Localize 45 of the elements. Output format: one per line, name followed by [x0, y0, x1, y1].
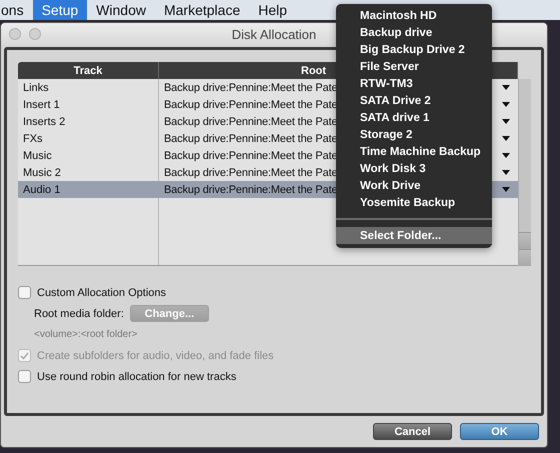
menu-option[interactable]: RTW-TM3	[336, 75, 492, 92]
menu-option[interactable]: Storage 2	[336, 126, 492, 143]
cancel-button[interactable]: Cancel	[373, 423, 452, 440]
checkbox[interactable]	[18, 286, 31, 299]
track-cell[interactable]: Inserts 2	[18, 113, 159, 130]
dropdown-arrow-icon	[502, 170, 510, 175]
checkbox[interactable]	[18, 370, 31, 383]
dropdown-arrow-icon	[502, 153, 510, 158]
dropdown-arrow-icon	[502, 119, 510, 124]
track-cell[interactable]: Links	[18, 79, 159, 96]
menu-option[interactable]: Big Backup Drive 2	[336, 41, 492, 58]
track-cell[interactable]: Audio 1	[18, 181, 159, 198]
menu-item[interactable]: Window	[87, 0, 155, 20]
menu-option[interactable]: SATA Drive 2	[336, 92, 492, 109]
menu-option[interactable]: Time Machine Backup	[336, 143, 492, 160]
scroll-bar[interactable]	[518, 79, 531, 266]
track-cell[interactable]: FXs	[18, 130, 159, 147]
checkbox-label: Custom Allocation Options	[37, 286, 166, 298]
menu-option[interactable]: Backup drive	[336, 24, 492, 41]
menu-item[interactable]: ons	[0, 0, 33, 20]
checkbox-label: Use round robin allocation for new tracks	[37, 370, 236, 382]
window-title: Disk Allocation	[232, 26, 316, 42]
dropdown-arrow-icon	[502, 102, 510, 107]
root-folder-label: Root media folder:	[34, 308, 124, 320]
menu-option[interactable]: Macintosh HD	[336, 7, 492, 24]
menu-option[interactable]: Yosemite Backup	[336, 194, 492, 211]
dropdown-arrow-icon	[502, 85, 510, 90]
track-cell[interactable]: Insert 1	[18, 96, 159, 113]
track-cell[interactable]: Music 2	[18, 164, 159, 181]
dropdown-arrow-icon	[502, 136, 510, 141]
menu-option[interactable]: Select Folder...	[336, 227, 492, 244]
menu-item[interactable]: Help	[249, 0, 296, 20]
menu-item[interactable]: Marketplace	[154, 0, 250, 20]
minimize-icon[interactable]	[29, 28, 41, 40]
menu-item[interactable]: Setup	[32, 0, 88, 20]
column-header[interactable]: Track	[18, 62, 159, 79]
menu-option[interactable]: File Server	[336, 58, 492, 75]
checkbox-label: Create subfolders for audio, video, and fade files	[37, 350, 274, 362]
path-hint: <volume>:<root folder>	[34, 329, 138, 340]
menu-option[interactable]: Work Disk 3	[336, 160, 492, 177]
menu-option[interactable]: SATA drive 1	[336, 109, 492, 126]
dropdown-arrow-icon	[502, 187, 510, 192]
track-cell[interactable]: Music	[18, 147, 159, 164]
menu-option[interactable]: Work Drive	[336, 177, 492, 194]
close-icon[interactable]	[9, 28, 21, 40]
